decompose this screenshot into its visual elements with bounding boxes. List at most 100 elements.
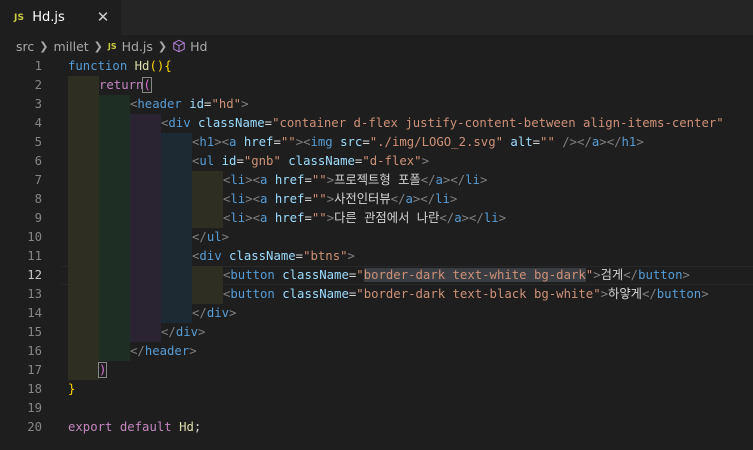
- line-number: 3: [34, 97, 42, 111]
- function-name: Hd: [134, 59, 150, 73]
- punctuation: ): [97, 362, 108, 378]
- code-line[interactable]: 8 <li><a href="">사전인터뷰</a></li>: [0, 190, 753, 209]
- indent-guide: [192, 171, 223, 190]
- cube-icon: [173, 39, 185, 53]
- code-line[interactable]: 13 <button className="border-dark text-b…: [0, 285, 753, 304]
- line-number: 7: [34, 173, 42, 187]
- jsx-tag: button: [230, 287, 275, 301]
- code-line[interactable]: 1 function Hd(){: [0, 57, 753, 76]
- jsx-text: 다른 관점에서 나란: [334, 211, 440, 225]
- jsx-attribute: className: [229, 249, 296, 263]
- string-literal: "hd": [211, 97, 242, 111]
- string-literal: "": [311, 211, 327, 225]
- line-number: 10: [27, 230, 42, 244]
- chevron-right-icon: ❯: [157, 39, 168, 53]
- indent-guide: [130, 114, 161, 133]
- punctuation: {: [164, 59, 172, 73]
- code-editor[interactable]: 1 function Hd(){ 2 return( 3 <header id=…: [0, 57, 753, 450]
- code-line[interactable]: 9 <li><a href="">다른 관점에서 나란</a></li>: [0, 209, 753, 228]
- indent-guide: [99, 228, 130, 247]
- punctuation: (: [142, 77, 152, 93]
- line-number: 19: [27, 401, 42, 415]
- string-literal: border-dark text-black bg-white: [363, 287, 594, 301]
- code-line[interactable]: 7 <li><a href="">프로젝트형 포폴</a></li>: [0, 171, 753, 190]
- breadcrumb-symbol[interactable]: Hd: [190, 39, 207, 54]
- indent-guide: [99, 304, 130, 323]
- keyword: function: [68, 59, 128, 73]
- jsx-attribute: href: [274, 173, 305, 187]
- jsx-tag: ul: [199, 154, 215, 168]
- code-line[interactable]: 2 return(: [0, 76, 753, 95]
- indent-guide: [99, 342, 130, 361]
- indent-guide: [99, 323, 130, 342]
- indent-guide: [99, 133, 130, 152]
- indent-guide: [130, 304, 161, 323]
- jsx-tag: a: [260, 211, 268, 225]
- jsx-tag: a: [435, 173, 443, 187]
- breadcrumb-file[interactable]: Hd.js: [122, 39, 153, 54]
- code-line[interactable]: 15 </div>: [0, 323, 753, 342]
- jsx-tag: button: [230, 268, 275, 282]
- indent-guide: [130, 171, 161, 190]
- indent-guide: [130, 190, 161, 209]
- indent-guide: [192, 266, 223, 285]
- code-line[interactable]: 4 <div className="container d-flex justi…: [0, 114, 753, 133]
- jsx-tag: a: [229, 135, 237, 149]
- code-line-current[interactable]: 12 <button className="border-dark text-w…: [0, 266, 753, 285]
- chevron-right-icon: ❯: [39, 39, 49, 53]
- code-line[interactable]: 5 <h1><a href=""><img src="./img/LOGO_2.…: [0, 133, 753, 152]
- jsx-tag: button: [656, 287, 702, 301]
- code-line[interactable]: 10 </ul>: [0, 228, 753, 247]
- code-line[interactable]: 18 }: [0, 380, 753, 399]
- chevron-right-icon: ❯: [93, 39, 103, 53]
- jsx-tag: div: [199, 249, 222, 263]
- jsx-attribute: className: [282, 268, 349, 282]
- punctuation: (): [149, 59, 165, 73]
- indent-guide: [68, 190, 99, 209]
- jsx-tag: header: [144, 344, 190, 358]
- code-line[interactable]: 11 <div className="btns">: [0, 247, 753, 266]
- jsx-tag: img: [310, 135, 333, 149]
- breadcrumb-src[interactable]: src: [16, 39, 34, 54]
- indent-guide: [161, 266, 192, 285]
- indent-guide: [130, 209, 161, 228]
- jsx-tag: a: [260, 173, 268, 187]
- indent-guide: [68, 323, 99, 342]
- code-line[interactable]: 6 <ul id="gnb" className="d-flex">: [0, 152, 753, 171]
- code-line[interactable]: 17 ): [0, 361, 753, 380]
- indent-guide: [130, 152, 161, 171]
- jsx-tag: li: [435, 192, 450, 206]
- line-number: 2: [34, 78, 42, 92]
- jsx-tag: li: [465, 173, 480, 187]
- indent-guide: [161, 171, 192, 190]
- code-line[interactable]: 16 </header>: [0, 342, 753, 361]
- javascript-file-icon: JS: [107, 41, 117, 51]
- string-literal: "./img/LOGO_2.svg": [369, 135, 504, 149]
- indent-guide: [130, 228, 161, 247]
- function-name: Hd: [179, 420, 194, 434]
- jsx-attribute: className: [198, 116, 265, 130]
- selected-text[interactable]: border-dark text-white bg-dark: [363, 268, 586, 282]
- jsx-attribute: href: [274, 192, 305, 206]
- line-number: 8: [34, 192, 42, 206]
- code-line[interactable]: 14 </div>: [0, 304, 753, 323]
- jsx-tag: div: [206, 306, 230, 320]
- indent-guide: [99, 152, 130, 171]
- breadcrumb-millet[interactable]: millet: [53, 39, 88, 54]
- close-icon[interactable]: ✕: [95, 9, 111, 25]
- indent-guide: [99, 190, 130, 209]
- indent-guide: [68, 133, 99, 152]
- tab-bar: JS Hd.js ✕: [0, 0, 753, 35]
- line-number: 11: [27, 249, 42, 263]
- jsx-attribute: className: [288, 154, 355, 168]
- code-line[interactable]: 19: [0, 399, 753, 418]
- punctuation: ;: [193, 420, 202, 434]
- line-number: 13: [27, 287, 42, 301]
- tab-hd-js[interactable]: JS Hd.js ✕: [0, 0, 121, 35]
- jsx-text: 프로젝트형 포폴: [334, 173, 421, 187]
- jsx-text: 하얗게: [608, 287, 642, 301]
- code-line[interactable]: 3 <header id="hd">: [0, 95, 753, 114]
- string-literal: ": [356, 287, 364, 301]
- code-line[interactable]: 20 export default Hd;: [0, 418, 753, 437]
- breadcrumb: src ❯ millet ❯ JS Hd.js ❯ Hd: [0, 35, 753, 57]
